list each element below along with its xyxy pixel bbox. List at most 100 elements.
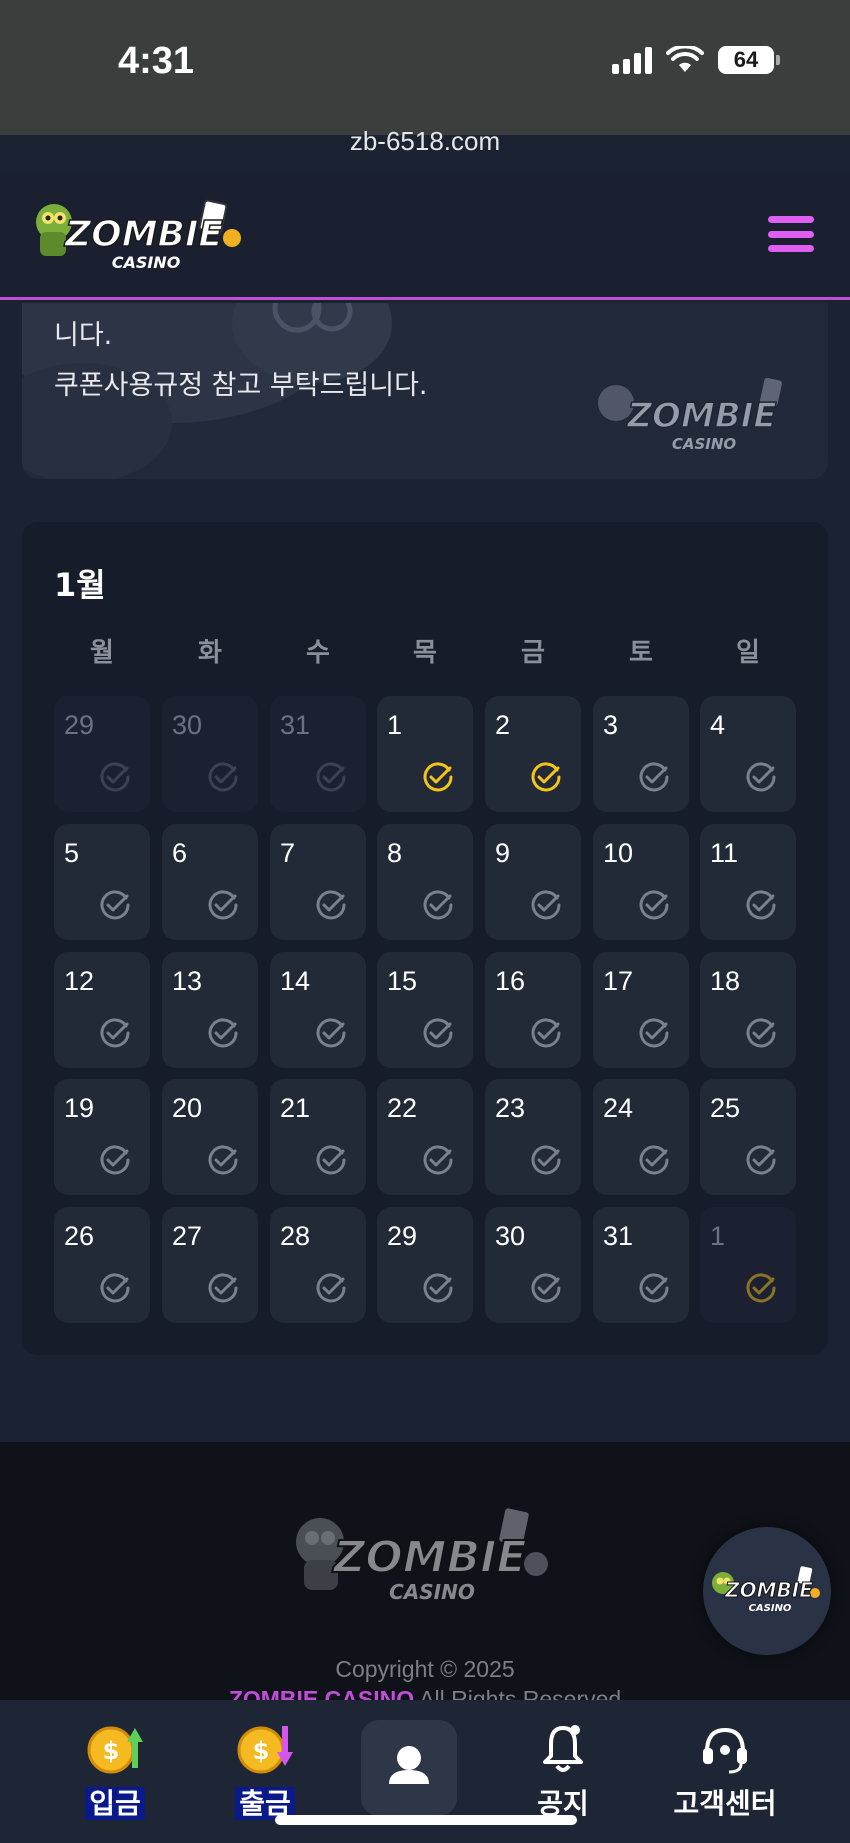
status-bar: 4:31 64 zb-6518.com <box>0 0 850 156</box>
weekday-thu: 목 <box>413 638 437 668</box>
profile-button[interactable] <box>361 1720 457 1816</box>
check-circle-icon <box>639 1273 669 1303</box>
calendar-day[interactable]: 15 <box>377 952 473 1068</box>
status-icons: 64 <box>612 46 780 74</box>
calendar-day[interactable]: 18 <box>700 952 796 1068</box>
weekday-header: 월 화 수 목 금 토 일 <box>54 632 796 672</box>
weekday-sun: 일 <box>736 638 760 668</box>
calendar-day[interactable]: 16 <box>485 952 581 1068</box>
check-circle-icon <box>100 1273 130 1303</box>
day-number: 25 <box>710 1093 741 1123</box>
calendar-day[interactable]: 23 <box>485 1079 581 1195</box>
check-circle-icon <box>316 1145 346 1175</box>
check-circle-active-icon <box>531 762 561 792</box>
day-number: 19 <box>64 1093 95 1123</box>
bell-icon <box>543 1725 583 1772</box>
check-circle-icon <box>423 890 453 920</box>
check-circle-icon <box>746 762 776 792</box>
check-circle-icon <box>423 1018 453 1048</box>
calendar-day[interactable]: 21 <box>270 1079 366 1195</box>
calendar-day[interactable]: 1 <box>700 1207 796 1323</box>
day-number: 29 <box>64 710 95 740</box>
day-number: 12 <box>64 966 95 996</box>
calendar-day[interactable]: 20 <box>162 1079 258 1195</box>
calendar-day[interactable]: 14 <box>270 952 366 1068</box>
day-number: 31 <box>280 710 311 740</box>
day-number: 21 <box>280 1093 311 1123</box>
zombie-casino-logo[interactable]: ZOMBIE CASINO <box>30 190 250 280</box>
calendar-day[interactable]: 3 <box>593 696 689 812</box>
notice-line-1: 니다. <box>54 320 113 351</box>
calendar-day[interactable]: 10 <box>593 824 689 940</box>
day-number: 3 <box>603 710 619 740</box>
battery-level: 64 <box>718 46 774 74</box>
calendar-day[interactable]: 13 <box>162 952 258 1068</box>
calendar-day[interactable]: 8 <box>377 824 473 940</box>
coin-up-icon: $ <box>87 1726 143 1774</box>
day-number: 13 <box>172 966 203 996</box>
calendar-day[interactable]: 29 <box>377 1207 473 1323</box>
svg-text:ZOMBIE: ZOMBIE <box>724 1578 813 1602</box>
calendar-day[interactable]: 5 <box>54 824 150 940</box>
calendar-day[interactable]: 2 <box>485 696 581 812</box>
check-circle-icon <box>100 762 130 792</box>
browser-url[interactable]: zb-6518.com <box>0 126 850 157</box>
check-circle-icon <box>316 762 346 792</box>
calendar-day[interactable]: 9 <box>485 824 581 940</box>
calendar-day[interactable]: 29 <box>54 696 150 812</box>
calendar-day[interactable]: 11 <box>700 824 796 940</box>
day-number: 4 <box>710 710 726 740</box>
calendar-day[interactable]: 31 <box>593 1207 689 1323</box>
calendar-day[interactable]: 4 <box>700 696 796 812</box>
calendar-day[interactable]: 6 <box>162 824 258 940</box>
check-circle-icon <box>208 762 238 792</box>
calendar-day[interactable]: 31 <box>270 696 366 812</box>
calendar-day[interactable]: 24 <box>593 1079 689 1195</box>
calendar-day[interactable]: 12 <box>54 952 150 1068</box>
check-circle-icon <box>208 1018 238 1048</box>
user-icon <box>389 1746 429 1784</box>
svg-text:$: $ <box>253 1737 270 1765</box>
day-number: 14 <box>280 966 311 996</box>
calendar-day[interactable]: 28 <box>270 1207 366 1323</box>
day-number: 15 <box>387 966 418 996</box>
day-number: 9 <box>495 838 511 868</box>
day-number: 31 <box>603 1221 634 1251</box>
check-circle-icon <box>531 1145 561 1175</box>
svg-text:$: $ <box>103 1737 120 1765</box>
calendar-day[interactable]: 22 <box>377 1079 473 1195</box>
calendar-day[interactable]: 30 <box>485 1207 581 1323</box>
svg-text:CASINO: CASINO <box>112 253 181 272</box>
zombie-casino-logo: ZOMBIE CASINO <box>712 1566 820 1614</box>
menu-button[interactable] <box>768 216 814 252</box>
calendar-day[interactable]: 27 <box>162 1207 258 1323</box>
day-number: 30 <box>172 710 203 740</box>
day-number: 10 <box>603 838 634 868</box>
day-number: 16 <box>495 966 526 996</box>
day-number: 1 <box>387 710 403 740</box>
floating-logo-button[interactable]: ZOMBIE CASINO <box>703 1527 831 1655</box>
calendar-day[interactable]: 30 <box>162 696 258 812</box>
check-circle-icon <box>208 1145 238 1175</box>
calendar-day[interactable]: 25 <box>700 1079 796 1195</box>
calendar-day[interactable]: 17 <box>593 952 689 1068</box>
calendar-day[interactable]: 1 <box>377 696 473 812</box>
svg-text:ZOMBIE: ZOMBIE <box>626 396 776 436</box>
check-circle-icon <box>746 890 776 920</box>
day-number: 30 <box>495 1221 526 1251</box>
calendar-day[interactable]: 19 <box>54 1079 150 1195</box>
nav-deposit[interactable]: $ 입금 <box>40 1700 190 1843</box>
calendar-day[interactable]: 7 <box>270 824 366 940</box>
wifi-icon <box>666 46 704 72</box>
check-circle-icon <box>100 1018 130 1048</box>
check-circle-icon <box>531 890 561 920</box>
calendar-day[interactable]: 26 <box>54 1207 150 1323</box>
status-time: 4:31 <box>118 40 195 82</box>
day-number: 6 <box>172 838 188 868</box>
check-circle-icon <box>746 1018 776 1048</box>
svg-text:ZOMBIE: ZOMBIE <box>64 214 223 255</box>
nav-support[interactable]: 고객센터 <box>650 1700 800 1843</box>
check-circle-icon <box>316 1018 346 1048</box>
nav-deposit-label: 입금 <box>40 1782 190 1822</box>
check-circle-icon <box>746 1145 776 1175</box>
